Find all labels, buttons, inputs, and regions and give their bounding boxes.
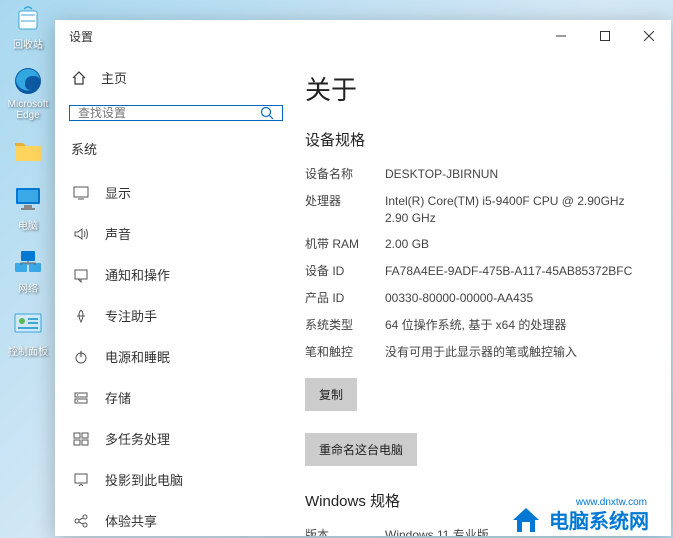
- spec-label: 处理器: [305, 193, 385, 227]
- rename-pc-button[interactable]: 重命名这台电脑: [305, 433, 417, 466]
- desktop-icons: 回收站 Microsoft Edge 电脑 网络 控制面板: [6, 2, 50, 372]
- nav-label: 体验共享: [105, 511, 157, 530]
- desktop-icon-folder[interactable]: [6, 135, 50, 169]
- desktop-icon-edge[interactable]: Microsoft Edge: [6, 65, 50, 121]
- spec-value: 64 位操作系统, 基于 x64 的处理器: [385, 317, 647, 334]
- projecting-icon: [73, 472, 89, 488]
- search-icon: [260, 106, 274, 120]
- nav-item-multitasking[interactable]: 多任务处理: [69, 418, 283, 459]
- home-label: 主页: [101, 68, 127, 87]
- titlebar: 设置: [55, 20, 671, 52]
- spec-label: 产品 ID: [305, 290, 385, 307]
- desktop-icon-label: 电脑: [18, 217, 38, 232]
- sidebar: 主页 系统 显示 声音 通知和操作: [55, 52, 297, 536]
- nav-label: 通知和操作: [105, 265, 170, 284]
- copy-button[interactable]: 复制: [305, 378, 357, 411]
- nav-label: 多任务处理: [105, 429, 170, 448]
- spec-ram: 机带 RAM 2.00 GB: [305, 236, 647, 253]
- nav-label: 显示: [105, 183, 131, 202]
- spec-value: 00330-80000-00000-AA435: [385, 290, 647, 307]
- nav-label: 专注助手: [105, 306, 157, 325]
- nav-item-display[interactable]: 显示: [69, 172, 283, 213]
- storage-icon: [73, 390, 89, 406]
- nav-label: 声音: [105, 224, 131, 243]
- spec-pen-touch: 笔和触控 没有可用于此显示器的笔或触控输入: [305, 344, 647, 361]
- content-area: 关于 设备规格 设备名称 DESKTOP-JBIRNUN 处理器 Intel(R…: [297, 52, 671, 536]
- page-title: 关于: [305, 70, 647, 107]
- settings-window: 设置 主页 系统 显示: [55, 20, 671, 536]
- nav-item-power[interactable]: 电源和睡眠: [69, 336, 283, 377]
- spec-label: 机带 RAM: [305, 236, 385, 253]
- spec-system-type: 系统类型 64 位操作系统, 基于 x64 的处理器: [305, 317, 647, 334]
- multitasking-icon: [73, 431, 89, 447]
- spec-product-id: 产品 ID 00330-80000-00000-AA435: [305, 290, 647, 307]
- nav-item-notifications[interactable]: 通知和操作: [69, 254, 283, 295]
- nav-item-storage[interactable]: 存储: [69, 377, 283, 418]
- spec-device-name: 设备名称 DESKTOP-JBIRNUN: [305, 166, 647, 183]
- window-body: 主页 系统 显示 声音 通知和操作: [55, 52, 671, 536]
- edge-icon: [12, 65, 44, 97]
- display-icon: [73, 185, 89, 201]
- maximize-button[interactable]: [583, 20, 627, 52]
- desktop-icon-network[interactable]: 网络: [6, 246, 50, 295]
- search-input[interactable]: [78, 106, 260, 120]
- spec-label: 笔和触控: [305, 344, 385, 361]
- desktop-icon-control-panel[interactable]: 控制面板: [6, 309, 50, 358]
- window-title: 设置: [69, 28, 539, 45]
- spec-value: FA78A4EE-9ADF-475B-A117-45AB85372BFC: [385, 263, 647, 280]
- folder-icon: [12, 135, 44, 167]
- spec-value: 没有可用于此显示器的笔或触控输入: [385, 344, 647, 361]
- spec-label: 版本: [305, 527, 385, 536]
- spec-value: Intel(R) Core(TM) i5-9400F CPU @ 2.90GHz…: [385, 193, 647, 227]
- shared-icon: [73, 513, 89, 529]
- desktop-icon-label: 控制面板: [8, 343, 48, 358]
- spec-device-id: 设备 ID FA78A4EE-9ADF-475B-A117-45AB85372B…: [305, 263, 647, 280]
- desktop-icon-label: 回收站: [13, 36, 43, 51]
- nav-item-focus[interactable]: 专注助手: [69, 295, 283, 336]
- desktop-icon-this-pc[interactable]: 电脑: [6, 183, 50, 232]
- watermark-logo-icon: [509, 504, 543, 534]
- device-spec-title: 设备规格: [305, 129, 647, 150]
- network-icon: [12, 246, 44, 278]
- titlebar-controls: [539, 20, 671, 52]
- desktop-icon-label: Microsoft Edge: [6, 99, 50, 121]
- category-title: 系统: [69, 139, 283, 158]
- desktop-icon-label: 网络: [18, 280, 38, 295]
- home-icon: [71, 70, 87, 86]
- control-panel-icon: [12, 309, 44, 341]
- nav-item-projecting[interactable]: 投影到此电脑: [69, 459, 283, 500]
- nav-item-shared[interactable]: 体验共享: [69, 500, 283, 536]
- focus-icon: [73, 308, 89, 324]
- nav-items: 显示 声音 通知和操作 专注助手 电源和睡眠: [69, 172, 283, 536]
- nav-item-sound[interactable]: 声音: [69, 213, 283, 254]
- desktop-icon-recycle-bin[interactable]: 回收站: [6, 2, 50, 51]
- search-box[interactable]: [69, 105, 283, 121]
- sound-icon: [73, 226, 89, 242]
- spec-label: 设备名称: [305, 166, 385, 183]
- spec-label: 设备 ID: [305, 263, 385, 280]
- spec-label: 系统类型: [305, 317, 385, 334]
- spec-value: 2.00 GB: [385, 236, 647, 253]
- nav-label: 投影到此电脑: [105, 470, 183, 489]
- nav-label: 电源和睡眠: [105, 347, 170, 366]
- recycle-bin-icon: [12, 2, 44, 34]
- minimize-button[interactable]: [539, 20, 583, 52]
- power-icon: [73, 349, 89, 365]
- nav-label: 存储: [105, 388, 131, 407]
- close-button[interactable]: [627, 20, 671, 52]
- spec-value: DESKTOP-JBIRNUN: [385, 166, 647, 183]
- spec-processor: 处理器 Intel(R) Core(TM) i5-9400F CPU @ 2.9…: [305, 193, 647, 227]
- pc-icon: [12, 183, 44, 215]
- watermark: 电脑系统网: [509, 504, 649, 534]
- watermark-text: 电脑系统网: [549, 505, 649, 534]
- notifications-icon: [73, 267, 89, 283]
- home-link[interactable]: 主页: [69, 64, 283, 91]
